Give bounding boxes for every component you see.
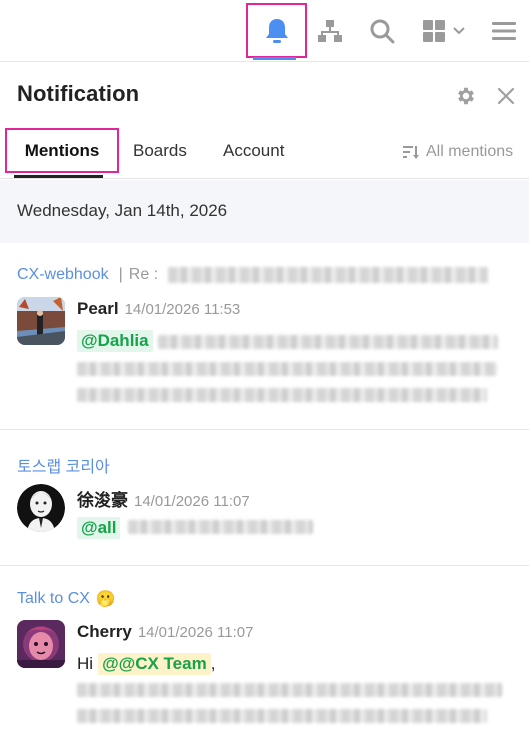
channel-line: 토스랩 코리아 (17, 453, 110, 477)
panel-title: Notification (17, 81, 140, 106)
message-suffix: , (210, 654, 216, 673)
gear-icon (458, 87, 474, 105)
notification-item[interactable]: Talk to CX 🫢 Cherry 14/01/2026 11:07 Hi @… (0, 566, 529, 748)
channel-name[interactable]: Talk to CX (17, 590, 90, 608)
sender-name[interactable]: Cherry (77, 622, 132, 641)
notification-tabs: Mentions Boards Account All mentions (0, 120, 529, 179)
blurred-message (77, 709, 487, 723)
filter-label: All mentions (426, 143, 514, 160)
apps-menu-button[interactable] (418, 8, 470, 54)
mentions-filter-dropdown[interactable]: All mentions (402, 142, 513, 162)
sort-filter-icon (403, 146, 419, 159)
notifications-button[interactable] (246, 3, 307, 58)
chevron-down-icon (453, 27, 465, 35)
sender-name[interactable]: 徐浚豪 (77, 491, 128, 510)
org-chart-button[interactable] (312, 8, 348, 54)
avatar-image-cherry (17, 620, 65, 668)
active-tab-indicator (253, 57, 296, 60)
channel-emoji: 🫢 (95, 591, 116, 608)
avatar-image-illustrated-face (17, 484, 65, 532)
search-button[interactable] (364, 8, 400, 54)
notification-item[interactable]: 토스랩 코리아 徐浚豪 14/01/2026 11:07 @all (0, 430, 529, 566)
blurred-message (128, 520, 313, 534)
channel-name[interactable]: CX-webhook (17, 266, 109, 284)
blurred-message (77, 683, 502, 697)
top-toolbar (0, 0, 529, 62)
blurred-message (158, 335, 498, 349)
sender-name[interactable]: Pearl (77, 299, 119, 318)
date-label: Wednesday, Jan 14th, 2026 (17, 201, 228, 220)
hierarchy-icon (318, 20, 342, 42)
tab-mentions[interactable]: Mentions (5, 128, 119, 173)
blurred-message (77, 362, 497, 376)
mention-tag[interactable]: @all (77, 517, 121, 539)
message-prefix: Hi (77, 654, 94, 673)
avatar[interactable] (17, 297, 65, 345)
blurred-subject (168, 267, 488, 283)
close-button[interactable] (492, 82, 520, 110)
sender-line: 徐浚豪 14/01/2026 11:07 (77, 486, 250, 511)
notification-item[interactable]: CX-webhook | Re : Pearl 14/01/2026 11:53 … (0, 243, 529, 430)
bell-icon (265, 18, 288, 43)
hamburger-menu-icon (492, 22, 516, 40)
tab-account[interactable]: Account (223, 128, 284, 173)
avatar-image-pearl (17, 297, 65, 345)
sender-line: Cherry 14/01/2026 11:07 (77, 622, 253, 642)
channel-name[interactable]: 토스랩 코리아 (17, 453, 110, 477)
channel-separator: | (118, 266, 123, 283)
search-icon (370, 19, 395, 44)
mention-tag[interactable]: @@CX Team (98, 653, 211, 675)
message-line: @all (77, 517, 121, 539)
blurred-message (77, 388, 487, 402)
message-line: @Dahlia (77, 330, 153, 352)
avatar[interactable] (17, 484, 65, 532)
main-menu-button[interactable] (486, 8, 522, 54)
avatar[interactable] (17, 620, 65, 668)
channel-line: Talk to CX 🫢 (17, 589, 116, 609)
close-icon (497, 87, 515, 105)
message-line: Hi @@CX Team, (77, 653, 215, 675)
timestamp: 14/01/2026 11:07 (134, 493, 250, 510)
apps-grid-icon (423, 20, 445, 42)
timestamp: 14/01/2026 11:07 (137, 624, 254, 641)
settings-button[interactable] (452, 82, 480, 110)
reply-prefix: Re : (128, 266, 159, 283)
active-tab-underline (14, 175, 103, 178)
channel-line: CX-webhook | Re : (17, 266, 158, 284)
timestamp: 14/01/2026 11:53 (124, 301, 241, 318)
mention-tag[interactable]: @Dahlia (77, 330, 153, 352)
tab-boards[interactable]: Boards (133, 128, 187, 173)
sender-line: Pearl 14/01/2026 11:53 (77, 299, 240, 319)
date-group-header: Wednesday, Jan 14th, 2026 (0, 180, 529, 243)
